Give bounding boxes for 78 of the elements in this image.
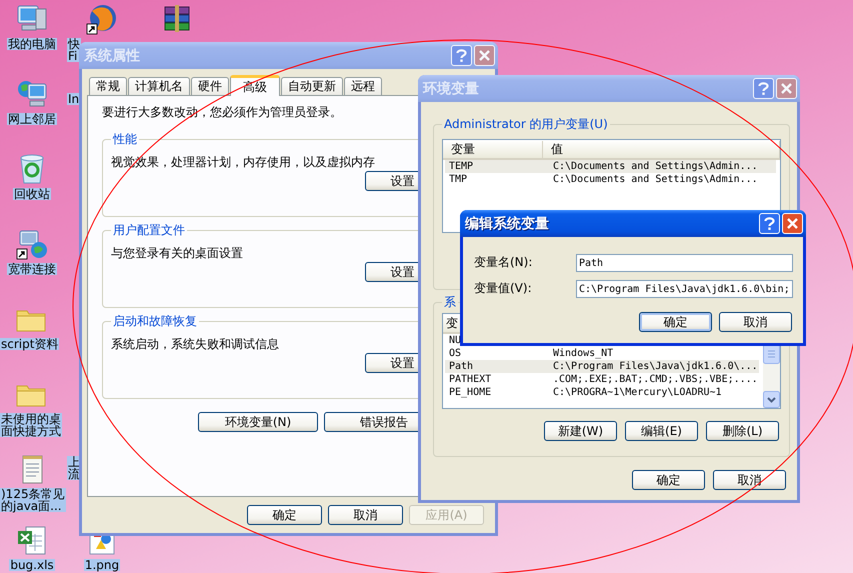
tab[interactable]: 常规 — [89, 77, 127, 95]
close-button[interactable] — [782, 213, 803, 234]
column-header[interactable]: 值 — [543, 140, 780, 158]
variable-value: C:\Documents and Settings\Admin... — [552, 161, 758, 172]
intro-text: 要进行大多数改动，您必须作为管理员登录。 — [102, 104, 342, 121]
dialog-button[interactable]: 环境变量(N) — [198, 412, 318, 432]
variable-name: PATHEXT — [448, 374, 492, 385]
variable-value: C:\Documents and Settings\Admin... — [552, 174, 758, 185]
tab[interactable]: 计算机名 — [128, 77, 190, 95]
tab[interactable]: 硬件 — [191, 77, 229, 95]
dialog-button[interactable]: 编辑(E) — [625, 421, 698, 441]
group-title: 性能 — [112, 131, 138, 148]
scroll-down-icon[interactable] — [763, 391, 780, 408]
variable-value: C:\Program Files\Java\jdk1.6.0\... — [552, 361, 758, 372]
dialog-button[interactable]: 新建(W) — [544, 421, 617, 441]
icon-label: )125条常见 的java面... — [0, 488, 66, 512]
icon-label: 1.png — [84, 559, 120, 571]
icon-label: 我的电脑 — [7, 38, 57, 50]
list-row[interactable]: PE_HOME C:\PROGRA~1\Mercury\LOADRU~1 — [445, 386, 759, 399]
group-title: 用户配置文件 — [112, 222, 186, 239]
help-icon — [764, 217, 775, 230]
icon-label: 网上邻居 — [7, 113, 57, 125]
column-header[interactable]: 变量 — [443, 140, 543, 158]
variable-name: OS — [448, 348, 462, 359]
help-button[interactable] — [753, 78, 774, 99]
icon-label: 宽带连接 — [7, 263, 57, 275]
close-button[interactable] — [776, 78, 797, 99]
variable-name: TMP — [448, 174, 468, 185]
close-icon — [781, 83, 792, 94]
icon-label: 快 Fi — [67, 38, 81, 62]
input-field[interactable]: C:\Program Files\Java\jdk1.6.0\bin; — [576, 280, 793, 298]
dialog-button[interactable]: 删除(L) — [706, 421, 779, 441]
group-title: 启动和故障恢复 — [112, 313, 198, 330]
window-title: 环境变量 — [423, 80, 480, 98]
field-label: 变量值(V): — [474, 280, 532, 297]
group-title: Administrator 的用户变量(U) — [443, 116, 609, 133]
list-row[interactable]: PATHEXT .COM;.EXE;.BAT;.CMD;.VBS;.VBE;.... — [445, 373, 759, 386]
dialog-button[interactable]: 取消 — [328, 505, 403, 525]
tab[interactable]: 远程 — [344, 77, 382, 95]
variable-value: Windows_NT — [552, 348, 614, 359]
dialog-button[interactable]: 取消 — [713, 470, 786, 490]
group-description: 与您登录有关的桌面设置 — [111, 245, 243, 262]
scroll-thumb[interactable] — [763, 344, 780, 364]
help-icon — [456, 49, 467, 62]
dialog-button[interactable]: 确定 — [247, 505, 322, 525]
group-title: 系 — [443, 294, 457, 311]
variable-value: .COM;.EXE;.BAT;.CMD;.VBS;.VBE;.... — [552, 374, 758, 385]
icon-label: bug.xls — [9, 559, 55, 571]
help-icon — [758, 82, 769, 95]
network-connection-icon[interactable] — [16, 228, 48, 260]
spreadsheet-icon[interactable] — [16, 524, 48, 556]
help-button[interactable] — [759, 213, 780, 234]
list-row[interactable]: TEMP C:\Documents and Settings\Admin... — [445, 160, 776, 173]
variable-name: PE_HOME — [448, 387, 492, 398]
window-title: 编辑系统变量 — [465, 214, 550, 232]
group-description: 系统启动，系统失败和调试信息 — [111, 336, 279, 353]
dialog-button[interactable]: 取消 — [719, 312, 792, 332]
close-button[interactable] — [474, 45, 495, 66]
help-button[interactable] — [451, 45, 472, 66]
globe-icon[interactable] — [86, 3, 118, 35]
list-row[interactable]: TMP C:\Documents and Settings\Admin... — [445, 173, 776, 186]
list-row[interactable]: OS Windows_NT — [445, 347, 759, 360]
icon-label: 未使用的桌 面快捷方式 — [0, 413, 62, 437]
variable-value: C:\PROGRA~1\Mercury\LOADRU~1 — [552, 387, 722, 398]
field-label: 变量名(N): — [474, 254, 532, 271]
close-icon — [479, 50, 490, 61]
icon-label: In — [67, 93, 80, 105]
close-icon — [787, 218, 798, 229]
variable-name: Path — [448, 361, 474, 372]
tab[interactable]: 自动更新 — [281, 77, 343, 95]
variable-name: TEMP — [448, 161, 474, 172]
dialog-button[interactable]: 确定 — [632, 470, 705, 490]
list-row[interactable]: Path C:\Program Files\Java\jdk1.6.0\... — [445, 360, 759, 373]
dialog-button[interactable]: 确定 — [639, 312, 712, 332]
icon-label: 回收站 — [13, 188, 51, 200]
icon-label: script资料 — [0, 338, 60, 350]
window-title: 系统属性 — [84, 46, 141, 64]
input-field[interactable]: Path — [576, 254, 793, 272]
